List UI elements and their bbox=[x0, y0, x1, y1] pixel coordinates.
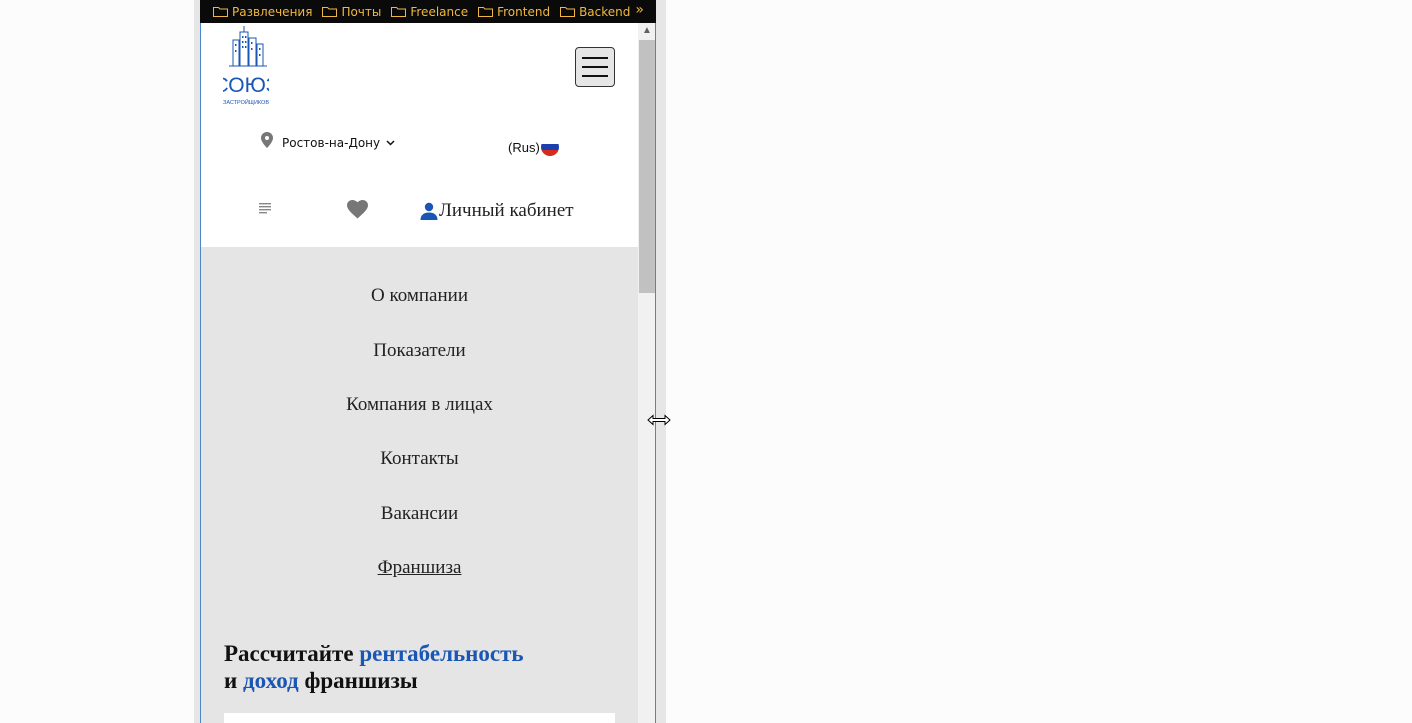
scroll-up-arrow-icon[interactable]: ▲ bbox=[638, 23, 655, 39]
personal-account-label: Личный кабинет bbox=[439, 200, 574, 221]
bookmarks-bar: Развлечения Почты Freelance Frontend Bac… bbox=[200, 0, 656, 23]
heading-text: Рассчитайте bbox=[224, 641, 360, 666]
resize-cursor-icon bbox=[647, 414, 671, 426]
logo[interactable]: СОЮЗ ЗАСТРОЙЩИКОВ bbox=[223, 26, 269, 108]
logo-text: СОЮЗ bbox=[223, 74, 269, 97]
folder-icon bbox=[391, 7, 407, 17]
folder-icon bbox=[322, 7, 338, 17]
location-pin-icon bbox=[261, 132, 273, 148]
chevron-down-icon bbox=[386, 140, 395, 146]
bookmark-label: Почты bbox=[341, 4, 382, 19]
russia-flag-icon bbox=[540, 138, 559, 156]
city-name: Ростов-на-Дону bbox=[282, 136, 381, 150]
bookmark-folder-entertainment[interactable]: Развлечения bbox=[213, 5, 312, 19]
nav-item-franchise[interactable]: Франшиза bbox=[201, 557, 638, 579]
user-actions-row: Личный кабинет bbox=[201, 195, 638, 231]
bookmark-folder-freelance[interactable]: Freelance bbox=[391, 5, 468, 19]
user-icon bbox=[420, 202, 438, 220]
bookmark-label: Frontend bbox=[497, 4, 551, 19]
calculator-card bbox=[224, 713, 615, 723]
bookmark-label: Backend bbox=[579, 4, 631, 19]
list-icon[interactable] bbox=[258, 201, 272, 215]
site-page: СОЮЗ ЗАСТРОЙЩИКОВ Ростов-на-Дону (Rus) bbox=[201, 23, 638, 723]
hamburger-menu-button[interactable] bbox=[575, 47, 615, 87]
heading-text: и bbox=[224, 668, 244, 693]
vertical-scrollbar[interactable]: ▲ bbox=[638, 23, 655, 723]
folder-icon bbox=[213, 7, 228, 17]
browser-frame-right[interactable] bbox=[656, 0, 666, 723]
bookmarks-overflow-icon[interactable]: » bbox=[635, 2, 644, 18]
burger-line bbox=[582, 66, 608, 68]
heading-highlight-profitability: рентабельность bbox=[359, 641, 524, 666]
bookmark-label: Развлечения bbox=[232, 4, 313, 19]
scrollbar-thumb[interactable] bbox=[639, 40, 655, 293]
nav-item-contacts[interactable]: Контакты bbox=[201, 448, 638, 470]
bookmark-label: Freelance bbox=[410, 4, 469, 19]
franchise-calc-heading: Рассчитайте рентабельность и доход франш… bbox=[224, 640, 624, 694]
page-viewport: СОЮЗ ЗАСТРОЙЩИКОВ Ростов-на-Дону (Rus) bbox=[200, 23, 656, 723]
logo-subtext: ЗАСТРОЙЩИКОВ bbox=[223, 98, 269, 106]
city-selector[interactable]: Ростов-на-Дону bbox=[261, 132, 395, 150]
heart-icon[interactable] bbox=[347, 200, 368, 219]
burger-line bbox=[582, 75, 608, 77]
bookmark-folder-backend[interactable]: Backend bbox=[560, 5, 630, 19]
personal-account-link[interactable]: Личный кабинет bbox=[420, 200, 574, 222]
heading-highlight-income: доход bbox=[243, 668, 299, 693]
nav-item-vacancies[interactable]: Вакансии bbox=[201, 503, 638, 525]
mobile-nav-menu: О компании Показатели Компания в лицах К… bbox=[201, 247, 638, 723]
bookmark-folder-frontend[interactable]: Frontend bbox=[478, 5, 550, 19]
language-label: (Rus) bbox=[508, 139, 540, 155]
folder-icon bbox=[560, 7, 576, 17]
bookmark-folder-mail[interactable]: Почты bbox=[322, 5, 381, 19]
nav-item-about[interactable]: О компании bbox=[201, 285, 638, 307]
nav-item-team[interactable]: Компания в лицах bbox=[201, 394, 638, 416]
heading-text: франшизы bbox=[298, 668, 418, 693]
burger-line bbox=[582, 57, 608, 59]
nav-item-indicators[interactable]: Показатели bbox=[201, 340, 638, 362]
language-selector[interactable]: (Rus) bbox=[508, 138, 559, 156]
folder-icon bbox=[478, 7, 494, 17]
